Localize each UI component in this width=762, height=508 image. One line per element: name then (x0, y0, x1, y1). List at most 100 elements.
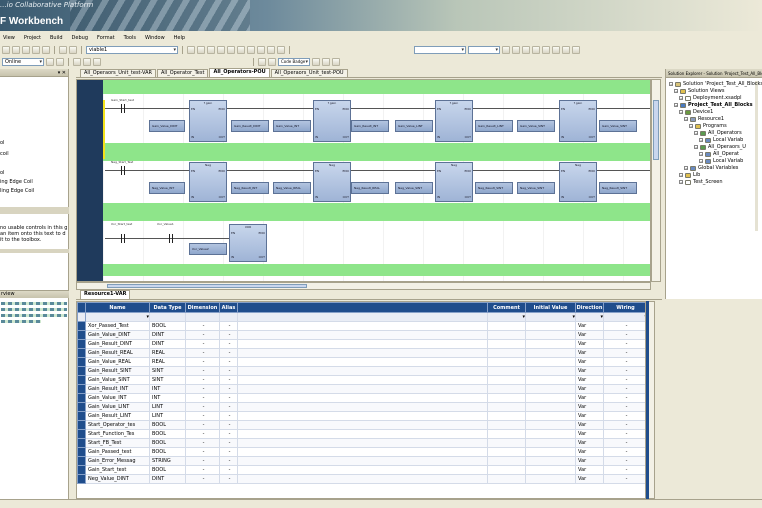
comment-cell[interactable] (487, 339, 526, 349)
column-header[interactable]: Comment (487, 302, 526, 313)
filter-cell[interactable] (149, 312, 186, 322)
filter-cell[interactable]: ▾ (525, 312, 576, 322)
expand-toggle-icon[interactable]: − (679, 173, 683, 177)
wiring-cell[interactable]: - (603, 393, 645, 403)
initial-value-cell[interactable] (525, 438, 576, 448)
tool-icon[interactable] (257, 45, 265, 54)
name-cell[interactable]: Gain_Start_test (85, 465, 150, 475)
row-header[interactable] (77, 330, 86, 340)
name-cell[interactable]: Gain_Value_SINT (85, 375, 150, 385)
row-header[interactable] (77, 312, 86, 322)
variable-box[interactable]: Gain_Value_SINT (517, 120, 555, 132)
tool-icon[interactable] (197, 45, 205, 54)
paste-icon[interactable] (42, 45, 50, 54)
comment-cell[interactable] (487, 438, 526, 448)
direction-cell[interactable]: Var (575, 384, 604, 394)
direction-cell[interactable]: Var (575, 465, 604, 475)
column-header[interactable]: Alias (219, 302, 238, 313)
name-cell[interactable]: Start_Function_Tes (85, 429, 150, 439)
direction-cell[interactable]: Var (575, 330, 604, 340)
contact-symbol[interactable] (121, 166, 125, 175)
name-cell[interactable]: Gain_Value_DINT (85, 330, 150, 340)
bold-icon[interactable] (502, 45, 510, 54)
spacer-cell[interactable] (237, 339, 488, 349)
comment-cell[interactable] (487, 357, 526, 367)
align-center-icon[interactable] (542, 45, 550, 54)
dimension-cell[interactable]: - (185, 357, 220, 367)
contact-symbol[interactable] (169, 234, 173, 243)
column-header[interactable]: Dimension (185, 302, 220, 313)
alias-cell[interactable]: - (219, 474, 238, 484)
row-header[interactable] (77, 321, 86, 331)
direction-cell[interactable]: Var (575, 438, 604, 448)
spacer-cell[interactable] (237, 375, 488, 385)
table-row[interactable]: Gain_Value_REALREAL--Var-ReadWrite (77, 357, 645, 367)
data-type-cell[interactable]: BOOL (149, 429, 186, 439)
name-cell[interactable]: Neg_Value_DINT (85, 474, 150, 484)
spacer-cell[interactable] (237, 474, 488, 484)
save-icon[interactable] (2, 45, 10, 54)
alias-cell[interactable]: - (219, 393, 238, 403)
dimension-cell[interactable]: - (185, 474, 220, 484)
direction-cell[interactable]: Var (575, 447, 604, 457)
wiring-cell[interactable]: - (603, 438, 645, 448)
row-header[interactable] (77, 366, 86, 376)
table-row[interactable]: Gain_Result_INTINT--Var-ReadWrite (77, 384, 645, 394)
data-type-cell[interactable]: INT (149, 393, 186, 403)
table-row[interactable]: Gain_Result_DINTDINT--Var-ReadWrite (77, 339, 645, 349)
expand-toggle-icon[interactable]: − (699, 138, 703, 142)
fbd-diagram[interactable]: Gain_Start_test f gain EN IN ENO OUT f gain EN I… (76, 79, 651, 282)
initial-value-cell[interactable] (525, 366, 576, 376)
menu-item-tools[interactable]: Tools (124, 35, 136, 41)
diagram-vertical-scrollbar[interactable] (651, 79, 661, 282)
tab-editor[interactable]: All_Operators-POU (209, 68, 270, 77)
dimension-cell[interactable]: - (185, 348, 220, 358)
direction-cell[interactable]: Var (575, 393, 604, 403)
target-combo[interactable]: viable1 (86, 45, 178, 54)
initial-value-cell[interactable] (525, 384, 576, 394)
comment-cell[interactable] (487, 402, 526, 412)
tool-icon[interactable] (56, 57, 64, 66)
comment-cell[interactable] (487, 456, 526, 466)
dimension-cell[interactable]: - (185, 438, 220, 448)
comment-cell[interactable] (487, 393, 526, 403)
row-header[interactable] (77, 465, 86, 475)
spacer-cell[interactable] (237, 438, 488, 448)
expand-toggle-icon[interactable]: − (694, 145, 698, 149)
initial-value-cell[interactable] (525, 393, 576, 403)
direction-cell[interactable]: Var (575, 411, 604, 421)
variable-box[interactable]: Gain_Value_SINT (599, 120, 637, 132)
data-type-cell[interactable]: STRING (149, 456, 186, 466)
wiring-cell[interactable]: - (603, 366, 645, 376)
variable-box[interactable]: Neg_Value_INT (149, 182, 185, 194)
data-type-cell[interactable]: BOOL (149, 465, 186, 475)
spacer-cell[interactable] (237, 429, 488, 439)
underline-icon[interactable] (522, 45, 530, 54)
contact-symbol[interactable] (121, 104, 125, 113)
spacer-cell[interactable] (237, 330, 488, 340)
wiring-cell[interactable]: - (603, 420, 645, 430)
tab-editor[interactable]: All_Operaors_Unit_test-VAR (80, 69, 157, 77)
wiring-cell[interactable]: - (603, 474, 645, 484)
comment-cell[interactable] (487, 330, 526, 340)
wiring-cell[interactable]: - (603, 465, 645, 475)
variable-box[interactable]: Gain_Result_DINT (231, 120, 269, 132)
row-header[interactable] (77, 384, 86, 394)
expand-toggle-icon[interactable]: − (689, 124, 693, 128)
spacer-cell[interactable] (237, 357, 488, 367)
filter-cell[interactable]: ▾ (85, 312, 150, 322)
data-type-cell[interactable]: REAL (149, 357, 186, 367)
expand-toggle-icon[interactable]: − (674, 103, 678, 107)
filter-cell[interactable] (185, 312, 220, 322)
direction-cell[interactable]: Var (575, 420, 604, 430)
row-header[interactable] (77, 429, 86, 439)
row-header[interactable] (77, 393, 86, 403)
row-header[interactable] (77, 456, 86, 466)
variable-box[interactable]: Neg_Result_REAL (351, 182, 389, 194)
data-type-cell[interactable]: BOOL (149, 438, 186, 448)
table-row[interactable]: Gain_Error_MessagSTRING--Var-ReadWrite (77, 456, 645, 466)
overview-preview[interactable] (1, 320, 41, 323)
data-type-cell[interactable]: DINT (149, 330, 186, 340)
expand-toggle-icon[interactable]: − (679, 110, 683, 114)
comment-cell[interactable] (487, 474, 526, 484)
